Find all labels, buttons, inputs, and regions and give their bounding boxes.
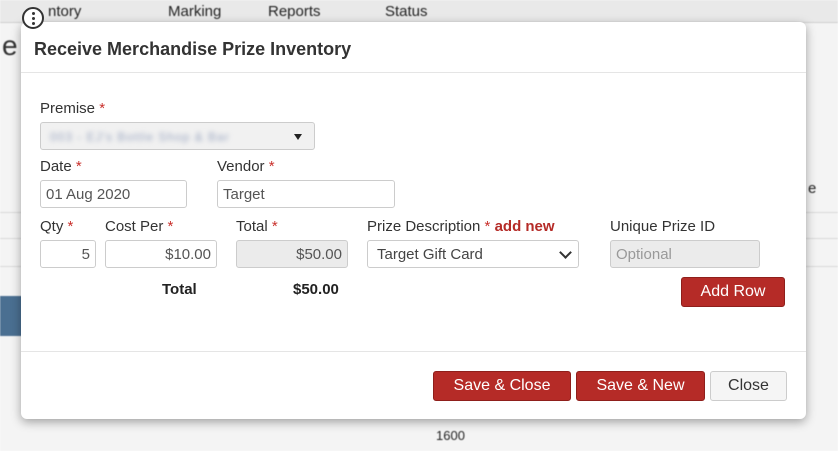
dialog-header: Receive Merchandise Prize Inventory [21, 22, 806, 73]
required-marker: * [268, 158, 275, 175]
background-nav: ntory Marking Reports Status [0, 0, 838, 23]
unique-prize-id-field[interactable] [610, 240, 760, 268]
bg-text: e [808, 180, 817, 197]
cost-per-label: Cost Per * [105, 218, 174, 235]
bg-nav-item: Reports [268, 3, 321, 20]
date-label: Date * [40, 158, 82, 175]
premise-select[interactable]: 003 - EJ's Bottle Shop & Bar [40, 122, 315, 150]
caret-down-icon [294, 134, 302, 140]
receive-inventory-dialog: Receive Merchandise Prize Inventory Prem… [21, 22, 806, 419]
close-button[interactable]: Close [710, 371, 787, 401]
bg-heading: e [2, 30, 18, 61]
footer-divider [21, 351, 806, 352]
bg-nav-item: ntory [48, 3, 82, 20]
bg-panel [0, 296, 22, 336]
summary-total-value: $50.00 [293, 281, 339, 298]
total-label: Total * [236, 218, 278, 235]
bg-text: 1600 [436, 428, 465, 443]
chevron-down-icon [559, 246, 572, 259]
premise-label: Premise * [40, 100, 106, 117]
add-new-link[interactable]: add new [495, 218, 555, 235]
bg-nav-item: Marking [168, 3, 222, 20]
save-close-button[interactable]: Save & Close [433, 371, 571, 401]
unique-prize-id-label: Unique Prize ID [610, 218, 716, 235]
required-marker: * [271, 218, 278, 235]
save-new-button[interactable]: Save & New [576, 371, 705, 401]
cost-per-field[interactable] [105, 240, 217, 268]
required-marker: * [484, 218, 491, 235]
qty-label: Qty * [40, 218, 74, 235]
required-marker: * [99, 100, 106, 117]
more-options-icon[interactable] [22, 7, 44, 29]
prize-description-select[interactable]: Target Gift Card [367, 240, 579, 268]
vendor-label: Vendor * [217, 158, 275, 175]
vendor-field[interactable] [217, 180, 395, 208]
bg-nav-item: Status [385, 3, 428, 20]
premise-value: 003 - EJ's Bottle Shop & Bar [50, 130, 230, 144]
required-marker: * [75, 158, 82, 175]
total-field [236, 240, 348, 268]
required-marker: * [167, 218, 174, 235]
date-field[interactable] [40, 180, 187, 208]
required-marker: * [67, 218, 74, 235]
qty-field[interactable] [40, 240, 96, 268]
prize-description-label: Prize Description * add new [367, 218, 555, 235]
dialog-title: Receive Merchandise Prize Inventory [34, 39, 352, 59]
prize-description-value: Target Gift Card [377, 246, 483, 263]
summary-total-label: Total [162, 281, 197, 298]
add-row-button[interactable]: Add Row [681, 277, 785, 307]
